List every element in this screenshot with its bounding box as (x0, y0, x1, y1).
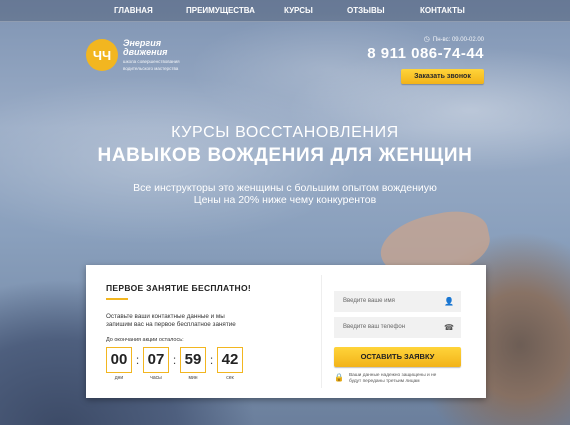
nav-item-contacts[interactable]: КОНТАКТЫ (420, 0, 465, 22)
countdown-minutes: 59 мин (180, 347, 206, 381)
countdown-minutes-value: 59 (180, 347, 206, 373)
name-input-placeholder: Введите ваше имя (343, 298, 395, 304)
lock-icon: 🔒 (334, 373, 344, 382)
user-icon: 👤 (444, 297, 454, 306)
hero-subtitle-line1: Все инструкторы это женщины с большим оп… (133, 182, 437, 194)
countdown-days-value: 00 (106, 347, 132, 373)
countdown-days-label: дни (114, 375, 124, 381)
offer-info: ПЕРВОЕ ЗАНЯТИЕ БЕСПЛАТНО! Оставьте ваши … (86, 265, 321, 398)
phone-icon: ☎ (444, 323, 454, 332)
name-input[interactable]: Введите ваше имя 👤 (334, 291, 461, 312)
order-call-button[interactable]: Заказать звонок (401, 69, 484, 84)
offer-description-line1: Оставьте ваши контактные данные и мы (106, 313, 225, 320)
countdown-minutes-label: мин (188, 375, 198, 381)
offer-title: ПЕРВОЕ ЗАНЯТИЕ БЕСПЛАТНО! (106, 283, 252, 293)
logo-text: Энергия движения школа совершенствования… (123, 39, 180, 72)
countdown-label: До окончания акции осталось: (106, 337, 184, 343)
privacy-text-line2: будут переданы третьим лицам (348, 379, 420, 384)
logo[interactable]: ЧЧ Энергия движения школа совершенствова… (86, 39, 180, 71)
phone-input-placeholder: Введите ваш телефон (343, 324, 406, 330)
countdown-seconds-label: сек (226, 375, 234, 381)
nav-item-reviews[interactable]: ОТЗЫВЫ (347, 0, 385, 22)
clock-icon: ◷ (423, 36, 430, 43)
countdown-separator: : (135, 353, 140, 367)
submit-button[interactable]: ОСТАВИТЬ ЗАЯВКУ (334, 347, 461, 367)
phone-number[interactable]: 8 911 086-74-44 (367, 45, 484, 62)
countdown-hours-label: часы (150, 375, 162, 381)
countdown-days: 00 дни (106, 347, 132, 381)
logo-name-line2: движения (123, 47, 168, 57)
offer-description-line2: запишим вас на первое бесплатное занятие (106, 321, 236, 328)
working-hours-text: Пн-вс: 09.00-02.00 (432, 37, 484, 43)
hero-subtitle: Все инструкторы это женщины с большим оп… (0, 182, 570, 206)
countdown-separator: : (172, 353, 177, 367)
privacy-text: Ваши данные надежно защищены и не будут … (349, 373, 436, 385)
phone-input[interactable]: Введите ваш телефон ☎ (334, 317, 461, 338)
offer-card: ПЕРВОЕ ЗАНЯТИЕ БЕСПЛАТНО! Оставьте ваши … (86, 265, 486, 398)
countdown-seconds-value: 42 (217, 347, 243, 373)
countdown-hours-value: 07 (143, 347, 169, 373)
signup-form: Введите ваше имя 👤 Введите ваш телефон ☎… (321, 275, 472, 388)
logo-emblem: ЧЧ (86, 39, 118, 71)
contact-block: ◷ Пн-вс: 09.00-02.00 8 911 086-74-44 Зака… (367, 35, 484, 84)
title-underline (106, 298, 128, 300)
privacy-text-line1: Ваши данные надежно защищены и не (348, 373, 437, 378)
hero-title-top: КУРСЫ ВОССТАНОВЛЕНИЯ (171, 124, 399, 141)
nav-item-advantages[interactable]: ПРЕИМУЩЕСТВА (186, 0, 255, 22)
logo-subtitle-line2: водительского мастерства (123, 66, 179, 71)
working-hours: ◷ Пн-вс: 09.00-02.00 (367, 35, 484, 43)
countdown-timer: 00 дни : 07 часы : 59 мин : 42 сек (106, 347, 321, 381)
offer-description: Оставьте ваши контактные данные и мы зап… (106, 313, 286, 329)
privacy-note: 🔒 Ваши данные надежно защищены и не буду… (334, 373, 461, 385)
countdown-hours: 07 часы (143, 347, 169, 381)
logo-subtitle-line1: школа совершенствования (123, 59, 180, 64)
countdown-seconds: 42 сек (217, 347, 243, 381)
nav-item-home[interactable]: ГЛАВНАЯ (114, 0, 153, 22)
nav-item-courses[interactable]: КУРСЫ (284, 0, 313, 22)
hero-title-main: НАВЫКОВ ВОЖДЕНИЯ ДЛЯ ЖЕНЩИН (97, 145, 473, 166)
hero-subtitle-line2: Цены на 20% ниже чему конкурентов (193, 194, 377, 206)
countdown-separator: : (209, 353, 214, 367)
top-nav: ГЛАВНАЯ ПРЕИМУЩЕСТВА КУРСЫ ОТЗЫВЫ КОНТАК… (0, 0, 570, 22)
